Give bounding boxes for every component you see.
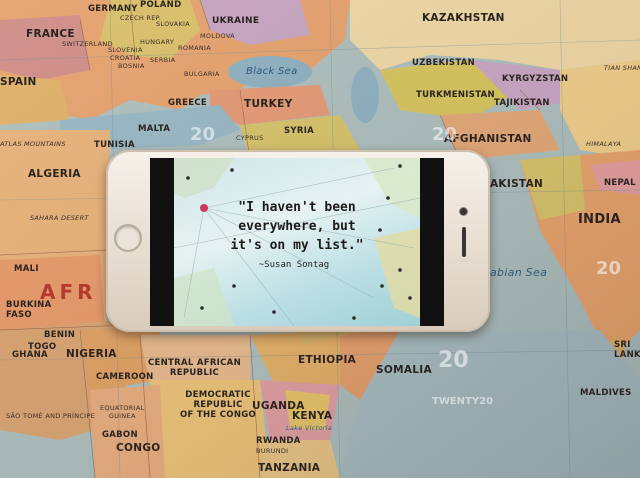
label-ghana: GHANA xyxy=(12,350,48,360)
label-germany: GERMANY xyxy=(88,4,138,14)
label-drc: DEMOCRATIC REPUBLIC OF THE CONGO xyxy=(180,390,257,420)
label-sahara: SAHARA DESERT xyxy=(30,214,89,222)
label-tajikistan: TAJIKISTAN xyxy=(494,98,550,108)
label-burundi: BURUNDI xyxy=(256,447,289,455)
label-pakistan: AKISTAN xyxy=(490,178,544,190)
label-switzerland: SWITZERLAND xyxy=(62,40,113,48)
label-slovakia: SLOVAKIA xyxy=(156,20,191,28)
label-tanzania: TANZANIA xyxy=(258,462,321,474)
label-france: FRANCE xyxy=(26,28,75,40)
label-atlas: ATLAS MOUNTAINS xyxy=(0,140,66,148)
label-sri-lanka: SRI LANKA xyxy=(614,340,640,360)
label-black-sea: Black Sea xyxy=(246,66,298,77)
label-ukraine: UKRAINE xyxy=(212,16,260,26)
label-benin: BENIN xyxy=(44,330,76,340)
label-himalayas: HIMALAYA xyxy=(586,140,622,148)
label-tian-shan: TIAN SHAN xyxy=(604,64,640,72)
front-camera-icon xyxy=(460,208,467,215)
label-czech: CZECH REP. xyxy=(120,14,162,22)
label-ethiopia: ETHIOPIA xyxy=(298,354,357,366)
phone-screen: "I haven't been everywhere, but it's on … xyxy=(150,158,444,326)
label-cyprus: CYPRUS xyxy=(236,134,264,142)
label-arabian-sea: abian Sea xyxy=(490,266,548,279)
label-somalia: SOMALIA xyxy=(376,364,432,376)
label-bosnia: BOSNIA xyxy=(118,62,145,70)
home-button[interactable] xyxy=(114,224,142,252)
label-turkey: TURKEY xyxy=(244,98,293,110)
label-gabon: GABON xyxy=(102,430,138,440)
label-greece: GREECE xyxy=(168,98,207,108)
label-serbia: SERBIA xyxy=(150,56,176,64)
quote-image: "I haven't been everywhere, but it's on … xyxy=(174,158,420,326)
label-tunisia: TUNISIA xyxy=(94,140,135,150)
label-hungary: HUNGARY xyxy=(140,38,175,46)
label-slovenia: SLOVENIA xyxy=(108,46,143,54)
label-moldova: MOLDOVA xyxy=(200,32,235,40)
label-equatorial-guinea: EQUATORIAL GUINEA xyxy=(100,404,145,420)
label-bulgaria: BULGARIA xyxy=(184,70,220,78)
label-kazakhstan: KAZAKHSTAN xyxy=(422,12,505,24)
watermark: TWENTY20 xyxy=(432,396,494,407)
label-uganda: UGANDA xyxy=(252,400,305,412)
label-kyrgyzstan: KYRGYZSTAN xyxy=(502,74,569,84)
label-turkmenistan: TURKMENISTAN xyxy=(416,90,495,100)
label-lake-victoria: Lake Victoria xyxy=(286,424,333,432)
speaker-grille-icon xyxy=(462,227,466,257)
label-sao-tome: SÃO TOMÉ AND PRÍNCIPE xyxy=(6,412,96,420)
label-cameroon: CAMEROON xyxy=(96,372,154,382)
label-nigeria: NIGERIA xyxy=(66,348,117,360)
quote-author: ~Susan Sontag xyxy=(258,260,330,270)
label-malta: MALTA xyxy=(138,124,171,134)
label-africa: AFR xyxy=(40,280,97,304)
label-algeria: ALGERIA xyxy=(28,168,81,180)
label-spain: SPAIN xyxy=(0,76,37,88)
label-central-african-republic: CENTRAL AFRICAN REPUBLIC xyxy=(148,358,241,378)
label-syria: SYRIA xyxy=(284,126,315,136)
label-congo: CONGO xyxy=(116,442,161,454)
label-india: INDIA xyxy=(578,212,621,227)
watermark: 20 xyxy=(438,348,469,373)
label-croatia: CROATIA xyxy=(110,54,141,62)
label-poland: POLAND xyxy=(140,0,182,10)
watermark: 20 xyxy=(596,258,622,279)
label-uzbekistan: UZBEKISTAN xyxy=(412,58,476,68)
label-maldives: MALDIVES xyxy=(580,388,632,398)
label-mali: MALI xyxy=(14,264,39,274)
quote-text: "I haven't been everywhere, but it's on … xyxy=(230,200,364,253)
label-romania: ROMANIA xyxy=(178,44,212,52)
label-afghanistan: AFGHANISTAN xyxy=(444,133,532,145)
watermark: 20 xyxy=(432,124,458,145)
watermark: 20 xyxy=(190,124,216,145)
label-rwanda: RWANDA xyxy=(256,436,301,446)
label-nepal: NEPAL xyxy=(604,178,636,188)
